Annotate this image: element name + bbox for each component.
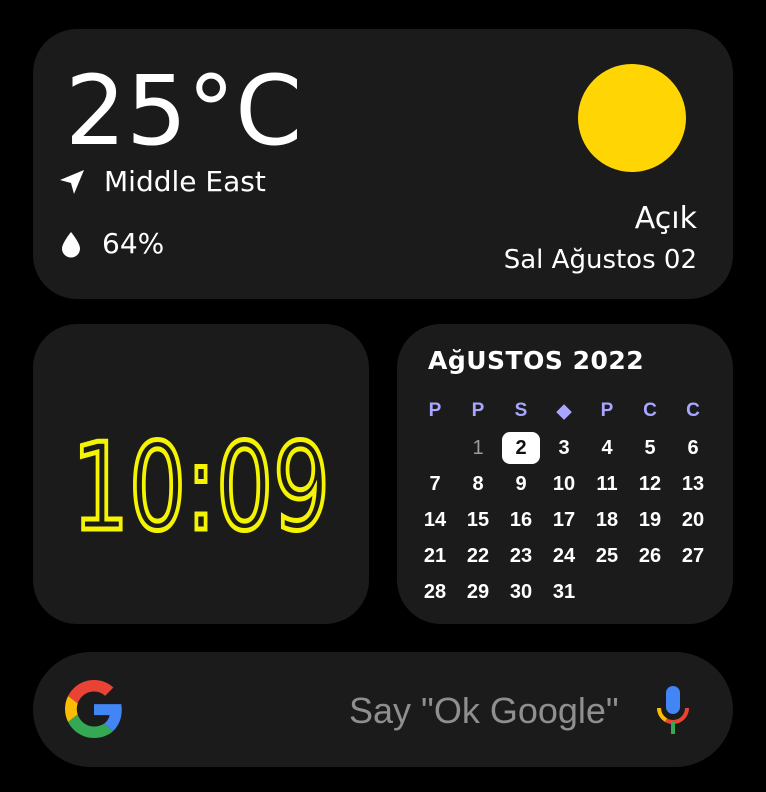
calendar-weekday: P: [600, 400, 614, 421]
calendar-day[interactable]: 12: [630, 468, 670, 500]
weather-date: Sal Ağustos 02: [503, 245, 697, 275]
search-placeholder[interactable]: Say "Ok Google": [349, 690, 619, 732]
calendar-day[interactable]: 17: [544, 504, 584, 536]
calendar-day[interactable]: 26: [630, 540, 670, 572]
calendar-day[interactable]: 7: [415, 468, 455, 500]
calendar-day[interactable]: 8: [458, 468, 498, 500]
clock-time-display: 10:09: [70, 417, 333, 561]
location-row: Middle East: [58, 165, 266, 198]
calendar-widget[interactable]: AğUSTOS 2022 P P S ◆ P C C 1 2 3 4 5 6 7 8 9 10 11 12 13 14 1…: [397, 324, 733, 624]
calendar-day-today[interactable]: 2: [502, 432, 540, 464]
temperature-value: 25°C: [65, 55, 303, 167]
humidity-row: 64%: [60, 227, 164, 260]
location-arrow-icon: [60, 169, 84, 194]
calendar-weekday: ◆: [556, 401, 572, 422]
clock-widget[interactable]: 10:09: [33, 324, 369, 624]
calendar-day[interactable]: 1: [458, 432, 498, 464]
calendar-day[interactable]: 25: [587, 540, 627, 572]
google-g-icon: [65, 680, 122, 738]
calendar-day[interactable]: 10: [544, 468, 584, 500]
calendar-day[interactable]: 16: [501, 504, 541, 536]
calendar-day[interactable]: 13: [673, 468, 713, 500]
location-name: Middle East: [104, 165, 266, 198]
calendar-day[interactable]: 21: [415, 540, 455, 572]
calendar-day[interactable]: 30: [501, 576, 541, 608]
water-drop-icon: [62, 231, 80, 257]
calendar-day[interactable]: 19: [630, 504, 670, 536]
calendar-month-title: AğUSTOS 2022: [428, 346, 645, 375]
mic-icon[interactable]: [653, 684, 693, 736]
calendar-weekday: P: [471, 400, 485, 421]
calendar-day[interactable]: 11: [587, 468, 627, 500]
calendar-day[interactable]: 28: [415, 576, 455, 608]
weather-widget[interactable]: 25°C Middle East 64% Açık Sal Ağustos 02: [33, 29, 733, 299]
calendar-day[interactable]: 3: [544, 432, 584, 464]
weather-condition: Açık: [634, 201, 697, 236]
calendar-day[interactable]: 14: [415, 504, 455, 536]
calendar-day[interactable]: 27: [673, 540, 713, 572]
humidity-value: 64%: [102, 227, 165, 260]
calendar-weekday: S: [514, 400, 528, 421]
calendar-day[interactable]: 4: [587, 432, 627, 464]
calendar-day[interactable]: 24: [544, 540, 584, 572]
calendar-weekday: P: [428, 400, 442, 421]
calendar-day[interactable]: 20: [673, 504, 713, 536]
calendar-day[interactable]: 22: [458, 540, 498, 572]
calendar-weekday: C: [686, 400, 700, 421]
calendar-weekday: C: [643, 400, 657, 421]
calendar-day[interactable]: 31: [544, 576, 584, 608]
clock-time: 10:09: [72, 419, 330, 558]
google-search-bar[interactable]: Say "Ok Google": [33, 652, 733, 767]
calendar-day[interactable]: 6: [673, 432, 713, 464]
calendar-day[interactable]: 29: [458, 576, 498, 608]
calendar-day[interactable]: 9: [501, 468, 541, 500]
sun-icon: [578, 64, 686, 172]
calendar-day[interactable]: 23: [501, 540, 541, 572]
calendar-day[interactable]: 18: [587, 504, 627, 536]
calendar-day[interactable]: 15: [458, 504, 498, 536]
calendar-day[interactable]: 5: [630, 432, 670, 464]
